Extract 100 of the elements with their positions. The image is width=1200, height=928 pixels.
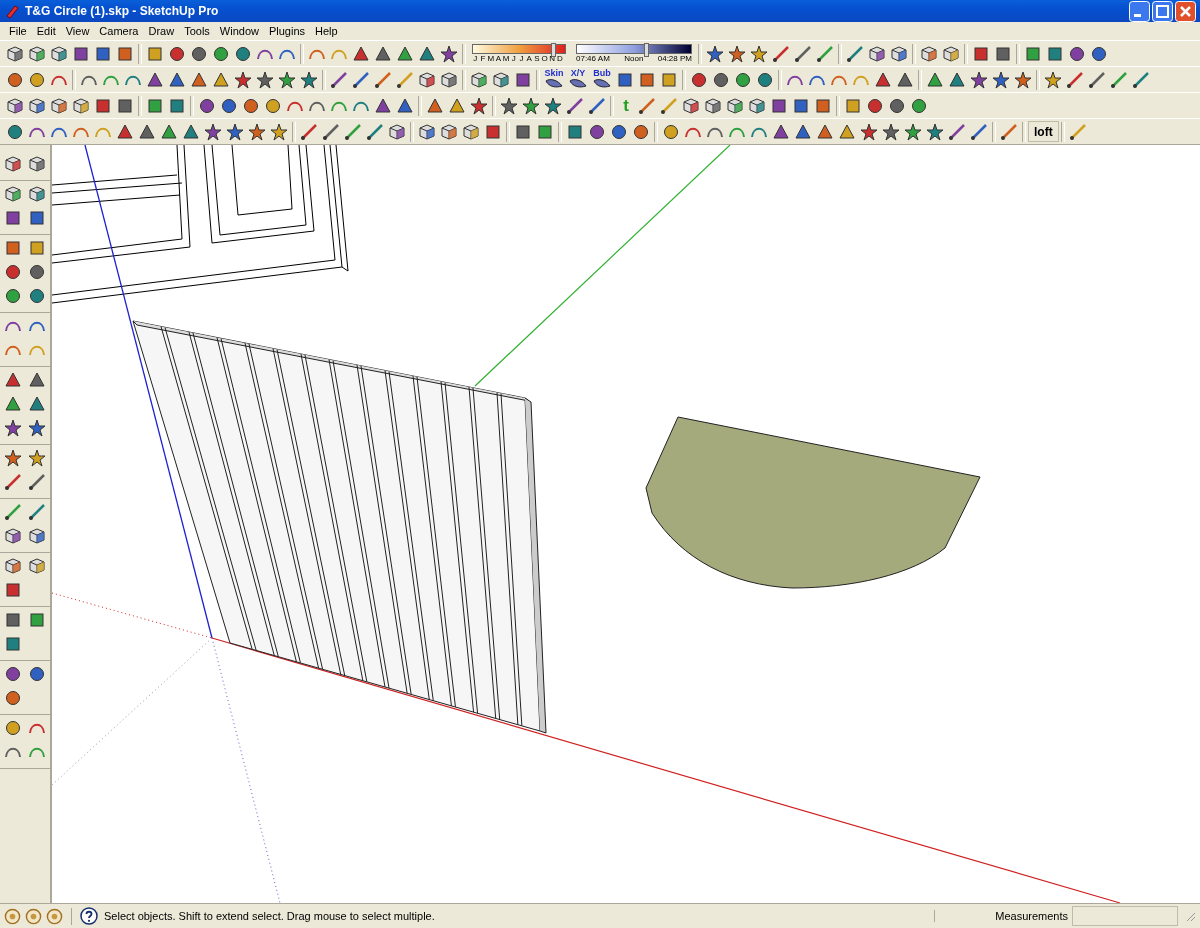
cube-icon[interactable] [747,95,767,116]
time-slider[interactable] [576,44,692,54]
minimize-button[interactable] [1129,0,1150,22]
line-icon[interactable] [395,69,415,90]
skin-button[interactable]: X/Y [566,67,590,92]
cube-icon[interactable] [5,95,25,116]
line-icon[interactable] [351,69,371,90]
line-icon[interactable] [1087,69,1107,90]
cube-icon[interactable] [417,121,437,142]
star-icon[interactable] [203,121,223,142]
star-icon[interactable] [859,121,879,142]
square-icon[interactable] [3,580,23,600]
skin-button[interactable]: Skin [542,67,566,92]
star-icon[interactable] [269,121,289,142]
star-icon[interactable] [3,418,23,438]
line-icon[interactable] [793,43,813,64]
square-icon[interactable] [27,610,47,630]
line-icon[interactable] [969,121,989,142]
line-icon[interactable] [321,121,341,142]
date-slider[interactable] [472,44,566,54]
circle-icon[interactable] [27,664,47,684]
line-icon[interactable] [3,502,23,522]
line-icon[interactable] [659,95,679,116]
menu-item[interactable]: Help [310,25,343,37]
cube-icon[interactable] [867,43,887,64]
triangle-icon[interactable] [27,394,47,414]
star-icon[interactable] [749,43,769,64]
line-icon[interactable] [999,121,1019,142]
star-icon[interactable] [225,121,245,142]
cube-icon[interactable] [27,154,47,174]
star-icon[interactable] [299,69,319,90]
measurements-field[interactable] [1072,906,1178,926]
circle-icon[interactable] [3,664,23,684]
circle-icon[interactable] [27,262,47,282]
line-icon[interactable] [565,95,585,116]
line-icon[interactable] [947,121,967,142]
star-icon[interactable] [255,69,275,90]
cube-icon[interactable] [27,526,47,546]
cube-icon[interactable] [889,43,909,64]
line-icon[interactable] [1067,121,1088,142]
maximize-button[interactable] [1152,0,1173,22]
line-icon[interactable] [637,95,657,116]
star-icon[interactable] [991,69,1011,90]
line-icon[interactable] [299,121,319,142]
circle-icon[interactable] [25,907,42,925]
star-icon[interactable] [499,95,519,116]
line-icon[interactable] [365,121,385,142]
star-icon[interactable] [1013,69,1033,90]
cube-icon[interactable] [387,121,407,142]
cube-icon[interactable] [27,184,47,204]
star-icon[interactable] [27,448,47,468]
menu-item[interactable]: Camera [94,25,144,37]
help-icon[interactable] [80,907,98,925]
line-icon[interactable] [815,43,835,64]
menu-item[interactable]: Edit [31,25,61,37]
line-icon[interactable] [27,472,47,492]
cube-icon[interactable] [3,556,23,576]
slider-thumb[interactable] [644,43,650,57]
star-icon[interactable] [247,121,267,142]
triangle-icon[interactable] [27,370,47,390]
cube-icon[interactable] [417,69,437,90]
star-icon[interactable] [727,43,747,64]
star-icon[interactable] [277,69,297,90]
star-icon[interactable] [881,121,901,142]
cube-icon[interactable] [3,184,23,204]
cube-icon[interactable] [49,95,69,116]
menu-item[interactable]: Tools [179,25,215,37]
square-icon[interactable] [3,238,23,258]
line-icon[interactable] [329,69,349,90]
star-icon[interactable] [439,43,459,64]
cube-icon[interactable] [469,69,489,90]
line-icon[interactable] [27,502,47,522]
square-icon[interactable] [3,208,23,228]
skin-button[interactable]: Bub [590,67,614,92]
circle-icon[interactable] [4,907,21,925]
menu-item[interactable]: File [4,25,32,37]
square-icon[interactable] [27,238,47,258]
menu-item[interactable]: View [60,25,95,37]
cube-icon[interactable] [71,95,91,116]
circle-icon[interactable] [46,907,63,925]
star-icon[interactable] [27,418,47,438]
star-icon[interactable] [969,69,989,90]
close-button[interactable] [1175,0,1196,22]
line-icon[interactable] [771,43,791,64]
line-icon[interactable] [343,121,363,142]
star-icon[interactable] [521,95,541,116]
cube-icon[interactable] [3,154,23,174]
menu-item[interactable]: Draw [143,25,180,37]
circle-icon[interactable] [27,286,47,306]
cube-icon[interactable] [27,43,47,64]
cube-icon[interactable] [3,526,23,546]
line-icon[interactable] [1065,69,1085,90]
star-icon[interactable] [233,69,253,90]
triangle-icon[interactable] [3,394,23,414]
cube-icon[interactable] [941,43,961,64]
line-icon[interactable] [3,472,23,492]
square-icon[interactable] [27,208,47,228]
loft-button[interactable]: loft [1028,121,1059,142]
cube-icon[interactable] [461,121,481,142]
triangle-icon[interactable] [3,370,23,390]
